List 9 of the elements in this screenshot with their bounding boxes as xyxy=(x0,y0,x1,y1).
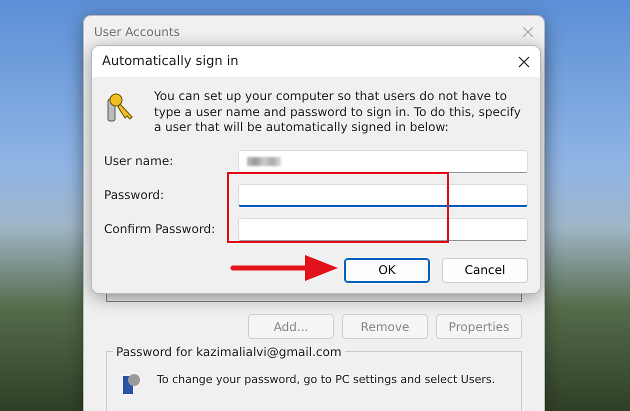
password-label: Password: xyxy=(104,187,164,204)
confirm-password-label: Confirm Password: xyxy=(104,221,216,238)
group-text: To change your password, go to PC settings and select Users. xyxy=(157,372,496,388)
ok-button[interactable]: OK xyxy=(344,258,430,282)
username-label: User name: xyxy=(104,153,174,170)
cancel-button[interactable]: Cancel xyxy=(442,258,528,282)
dialog-title: Automatically sign in xyxy=(102,52,239,71)
window-title: User Accounts xyxy=(94,24,180,40)
dialog-message: You can set up your computer so that users do not have to type a user name and password to sign in. To do this, specify a user that will be automatically signed in below: xyxy=(154,89,522,136)
